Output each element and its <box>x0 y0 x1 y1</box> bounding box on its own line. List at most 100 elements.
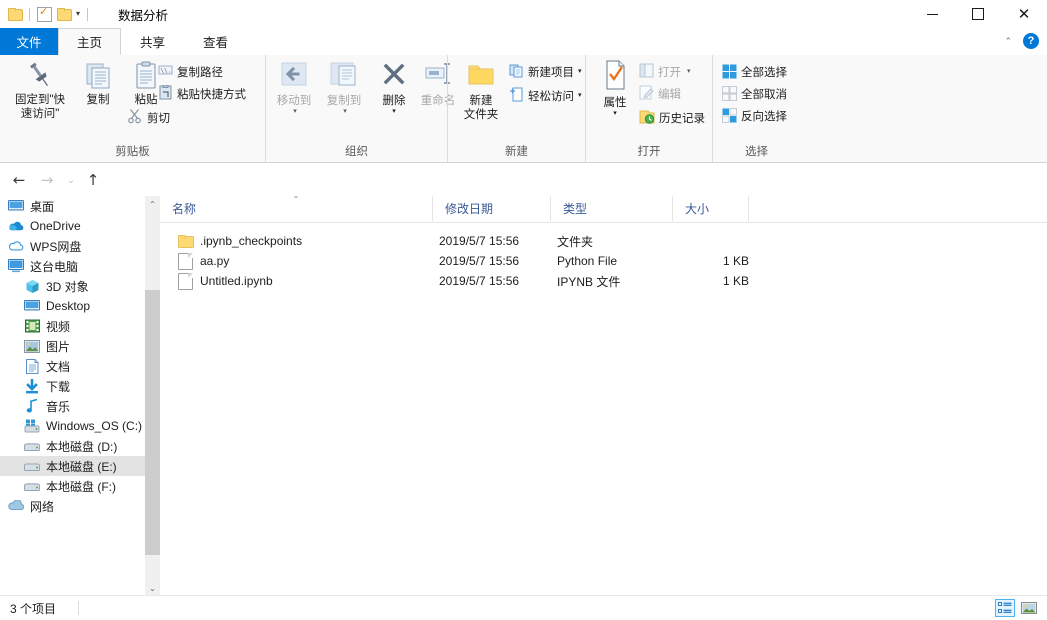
pin-to-quick-access-button[interactable]: 固定到"快 速访问" <box>8 59 72 121</box>
column-header-size[interactable]: 大小 <box>673 196 749 221</box>
move-to-button[interactable]: 移动到 ▾ <box>271 59 317 115</box>
close-button[interactable]: ✕ <box>1001 0 1047 28</box>
new-item-icon <box>509 63 524 81</box>
new-folder-button[interactable]: 新建 文件夹 <box>456 59 506 122</box>
new-item-label: 新建项目 <box>528 66 574 79</box>
copy-to-button[interactable]: 复制到 ▾ <box>321 59 367 115</box>
paste-shortcut-button[interactable]: 粘贴快捷方式 <box>155 83 249 104</box>
delete-button[interactable]: 删除 ▾ <box>374 59 414 115</box>
scrollbar-thumb[interactable] <box>145 290 160 555</box>
maximize-button[interactable] <box>955 0 1001 28</box>
sidebar-item-3[interactable]: 这台电脑 <box>0 256 145 276</box>
copy-path-button[interactable]: \\.. 复制路径 <box>155 61 226 82</box>
copy-button[interactable]: 复制 <box>76 59 120 107</box>
sidebar-item-4[interactable]: 3D 对象 <box>0 276 145 296</box>
sidebar-item-1[interactable]: OneDrive <box>0 216 145 236</box>
sidebar-item-13[interactable]: 本地磁盘 (E:) <box>0 456 145 476</box>
minimize-button[interactable] <box>909 0 955 28</box>
edit-label: 编辑 <box>658 88 681 101</box>
tab-view[interactable]: 查看 <box>184 28 247 55</box>
easy-access-button[interactable]: 轻松访问 ▾ <box>506 85 585 106</box>
sort-ascending-icon: ⌃ <box>292 195 300 204</box>
details-view-button[interactable] <box>995 599 1015 617</box>
sidebar-scrollbar[interactable]: ⌃ ⌄ <box>145 196 160 596</box>
table-row[interactable]: aa.py 2019/5/7 15:56 Python File 1 KB <box>160 251 1047 271</box>
edit-button[interactable]: 编辑 <box>636 83 684 104</box>
invert-selection-icon <box>722 108 737 123</box>
music-icon <box>24 398 40 414</box>
open-button[interactable]: 打开 ▾ <box>636 61 694 82</box>
chevron-down-icon[interactable]: ▾ <box>613 110 617 117</box>
tab-share[interactable]: 共享 <box>121 28 184 55</box>
properties-icon[interactable] <box>37 5 52 22</box>
tab-home[interactable]: 主页 <box>58 28 121 55</box>
select-none-icon <box>722 86 737 101</box>
close-icon: ✕ <box>1017 4 1031 23</box>
column-header-date[interactable]: 修改日期 <box>433 196 551 221</box>
scissors-icon <box>127 108 143 127</box>
sidebar-item-14[interactable]: 本地磁盘 (F:) <box>0 476 145 496</box>
new-item-button[interactable]: 新建项目 ▾ <box>506 61 585 82</box>
chevron-down-icon[interactable]: ▾ <box>392 108 396 115</box>
help-icon[interactable]: ? <box>1023 33 1039 49</box>
ribbon-controls: ⌃ ? <box>1004 33 1039 49</box>
select-all-button[interactable]: 全部选择 <box>719 61 790 82</box>
sidebar-item-label: 网络 <box>30 499 55 514</box>
sidebar-item-12[interactable]: 本地磁盘 (D:) <box>0 436 145 456</box>
sidebar-item-8[interactable]: 文档 <box>0 356 145 376</box>
recent-locations-button[interactable]: ⌄ <box>60 170 82 190</box>
table-row[interactable]: .ipynb_checkpoints 2019/5/7 15:56 文件夹 <box>160 231 1047 251</box>
chevron-down-icon[interactable]: ▾ <box>687 68 691 75</box>
view-mode-buttons <box>995 599 1039 617</box>
sidebar-item-9[interactable]: 下载 <box>0 376 145 396</box>
sidebar-item-2[interactable]: WPS网盘 <box>0 236 145 256</box>
scroll-up-icon[interactable]: ⌃ <box>145 196 160 212</box>
file-size-cell: 1 KB <box>722 254 749 268</box>
file-list-pane: ⌃ 名称 修改日期 类型 大小 .ipynb_checkpoints 2019/5… <box>160 196 1047 596</box>
properties-button[interactable]: 属性 ▾ <box>594 59 636 117</box>
history-label: 历史记录 <box>659 112 705 125</box>
chevron-down-icon[interactable]: ▾ <box>343 108 347 115</box>
sidebar-item-7[interactable]: 图片 <box>0 336 145 356</box>
ribbon-group-open: 属性 ▾ 打开 ▾ 编辑 历史记录 打开 <box>585 55 712 162</box>
tab-file[interactable]: 文件 <box>0 28 58 55</box>
column-header-name[interactable]: ⌃ 名称 <box>160 196 433 221</box>
ribbon-group-clipboard: 固定到"快 速访问" 复制 粘贴 \\. 复制路径 粘贴快捷方式 剪切 剪贴板 <box>0 55 265 162</box>
sidebar-item-10[interactable]: 音乐 <box>0 396 145 416</box>
sidebar-item-0[interactable]: 桌面 <box>0 196 145 216</box>
table-row[interactable]: Untitled.ipynb 2019/5/7 15:56 IPYNB 文件 1 KB <box>160 271 1047 291</box>
up-button[interactable]: ↑ <box>82 170 104 190</box>
back-button[interactable]: ← <box>8 170 30 190</box>
folder-icon[interactable] <box>8 8 23 21</box>
delete-icon <box>379 59 409 92</box>
ribbon-group-select: 全部选择 全部取消 反向选择 选择 <box>712 55 800 162</box>
delete-label: 删除 <box>382 95 406 107</box>
folder-icon[interactable] <box>57 8 72 21</box>
navigation-pane[interactable]: 桌面 OneDrive WPS网盘 这台电脑 3D 对象 Desktop 视频 图片 文档 下载音… <box>0 196 145 596</box>
ribbon: 固定到"快 速访问" 复制 粘贴 \\. 复制路径 粘贴快捷方式 剪切 剪贴板 … <box>0 55 1047 163</box>
large-icons-view-button[interactable] <box>1019 599 1039 617</box>
history-button[interactable]: 历史记录 <box>636 107 708 128</box>
forward-button[interactable]: → <box>36 170 58 190</box>
file-type-cell: IPYNB 文件 <box>557 274 621 289</box>
chevron-down-icon[interactable]: ▾ <box>76 10 80 18</box>
sidebar-item-15[interactable]: 网络 <box>0 496 145 516</box>
file-name-cell: .ipynb_checkpoints <box>178 234 302 248</box>
chevron-up-icon[interactable]: ⌃ <box>1004 36 1012 46</box>
sidebar-item-5[interactable]: Desktop <box>0 296 145 316</box>
paste-shortcut-icon <box>158 84 173 103</box>
column-header-type[interactable]: 类型 <box>551 196 673 221</box>
sidebar-item-label: 3D 对象 <box>46 279 89 294</box>
sidebar-item-11[interactable]: Windows_OS (C:) <box>0 416 145 436</box>
sidebar-item-6[interactable]: 视频 <box>0 316 145 336</box>
select-none-button[interactable]: 全部取消 <box>719 83 790 104</box>
3dobjects-icon <box>24 278 40 294</box>
cut-button[interactable]: 剪切 <box>124 107 173 128</box>
chevron-down-icon[interactable]: ▾ <box>578 68 582 75</box>
scroll-down-icon[interactable]: ⌄ <box>145 580 160 596</box>
chevron-down-icon[interactable]: ▾ <box>293 108 297 115</box>
onedrive-icon <box>8 218 24 234</box>
chevron-down-icon[interactable]: ▾ <box>578 92 582 99</box>
thispc-icon <box>8 258 24 274</box>
invert-selection-button[interactable]: 反向选择 <box>719 105 790 126</box>
